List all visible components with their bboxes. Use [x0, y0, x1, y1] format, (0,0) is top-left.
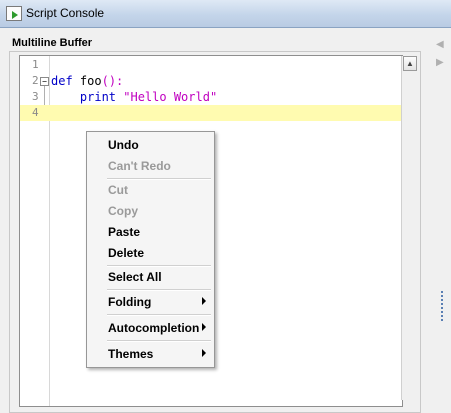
menu-separator — [107, 340, 211, 342]
menu-separator — [107, 289, 211, 291]
menu-item-autocompletion[interactable]: Autocompletion — [87, 318, 214, 338]
submenu-arrow-icon — [202, 349, 206, 357]
chevron-right-icon[interactable]: ▶ — [436, 54, 448, 72]
menu-item-redo: Can't Redo — [108, 159, 171, 173]
panel-header: Multiline Buffer — [12, 37, 93, 49]
menu-item-copy: Copy — [108, 204, 138, 218]
editor-line-2[interactable]: 2 − def foo(): — [20, 73, 402, 106]
submenu-arrow-icon — [202, 297, 206, 305]
menu-item-undo[interactable]: Undo — [87, 135, 214, 155]
context-menu: Undo Can't Redo Cut Copy Paste Delete Se… — [86, 131, 215, 368]
editor-line-1[interactable]: 1 — [20, 57, 402, 73]
code-text: print "Hello World" — [51, 90, 218, 104]
menu-item-cut: Cut — [108, 183, 128, 197]
submenu-arrow-icon — [202, 323, 206, 331]
menu-separator — [107, 314, 211, 316]
editor-line-3[interactable]: 3 print "Hello World" — [20, 89, 402, 105]
side-panel-arrows: ◀ ▶ — [436, 36, 448, 72]
line-number: 3 — [32, 90, 39, 103]
vertical-scrollbar[interactable]: ▲ — [401, 56, 417, 400]
menu-item-delete[interactable]: Delete — [87, 243, 214, 263]
line-number: 2 — [32, 74, 39, 87]
menu-item-paste[interactable]: Paste — [87, 222, 214, 242]
menu-item-select-all[interactable]: Select All — [87, 267, 214, 287]
editor-line-4[interactable]: 4 — [20, 105, 402, 121]
title-bar: Script Console — [0, 0, 451, 28]
menu-item-folding[interactable]: Folding — [87, 292, 214, 312]
script-console-icon — [6, 6, 22, 21]
line-number: 1 — [32, 58, 39, 71]
chevron-left-icon[interactable]: ◀ — [436, 36, 448, 54]
line-number: 4 — [32, 106, 39, 119]
splitter-grip[interactable] — [441, 291, 443, 323]
scroll-up-arrow-icon[interactable]: ▲ — [403, 56, 417, 71]
code-text: def foo(): — [51, 74, 124, 88]
window-title: Script Console — [26, 6, 105, 20]
menu-item-themes[interactable]: Themes — [87, 344, 214, 364]
fold-toggle-icon[interactable]: − — [40, 77, 49, 86]
